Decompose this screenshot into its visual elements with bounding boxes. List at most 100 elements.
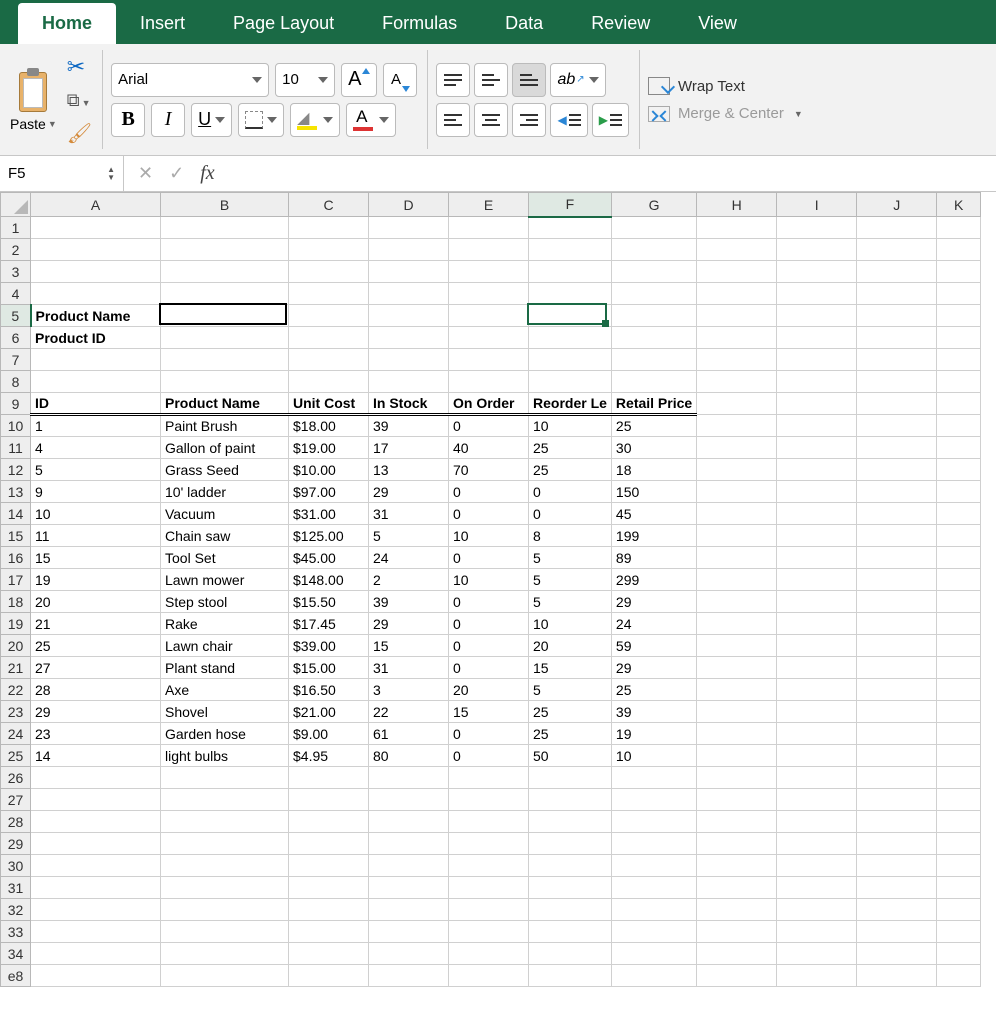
font-name-combo[interactable]: Arial xyxy=(111,63,269,97)
cell-B33[interactable] xyxy=(161,921,289,943)
cell-J29[interactable] xyxy=(857,833,937,855)
cell-E8[interactable] xyxy=(449,371,529,393)
cell-D20[interactable]: 15 xyxy=(369,635,449,657)
cell-E22[interactable]: 20 xyxy=(449,679,529,701)
cell-C11[interactable]: $19.00 xyxy=(289,437,369,459)
cell-G18[interactable]: 29 xyxy=(611,591,696,613)
cell-F22[interactable]: 5 xyxy=(529,679,612,701)
cell-D32[interactable] xyxy=(369,899,449,921)
row-header-25[interactable]: 25 xyxy=(1,745,31,767)
cell-E29[interactable] xyxy=(449,833,529,855)
row-header-2[interactable]: 2 xyxy=(1,239,31,261)
cell-G20[interactable]: 59 xyxy=(611,635,696,657)
cell-E15[interactable]: 10 xyxy=(449,525,529,547)
cell-F23[interactable]: 25 xyxy=(529,701,612,723)
cell-E11[interactable]: 40 xyxy=(449,437,529,459)
cell-B20[interactable]: Lawn chair xyxy=(161,635,289,657)
row-header-8[interactable]: 8 xyxy=(1,371,31,393)
cell-I17[interactable] xyxy=(777,569,857,591)
cell-G31[interactable] xyxy=(611,877,696,899)
cell-F20[interactable]: 20 xyxy=(529,635,612,657)
cell-K3[interactable] xyxy=(937,261,981,283)
cell-A6[interactable]: Product ID xyxy=(31,327,161,349)
row-header-22[interactable]: 22 xyxy=(1,679,31,701)
cell-I31[interactable] xyxy=(777,877,857,899)
cell-J3[interactable] xyxy=(857,261,937,283)
cell-F1[interactable] xyxy=(529,217,612,239)
cell-C28[interactable] xyxy=(289,811,369,833)
col-header-F[interactable]: F xyxy=(529,193,612,217)
cell-K8[interactable] xyxy=(937,371,981,393)
col-header-K[interactable]: K xyxy=(937,193,981,217)
cell-H32[interactable] xyxy=(697,899,777,921)
cell-F12[interactable]: 25 xyxy=(529,459,612,481)
cell-Ke8[interactable] xyxy=(937,965,981,987)
row-header-14[interactable]: 14 xyxy=(1,503,31,525)
underline-button[interactable]: U xyxy=(191,103,232,137)
cell-B25[interactable]: light bulbs xyxy=(161,745,289,767)
row-header-24[interactable]: 24 xyxy=(1,723,31,745)
cell-E2[interactable] xyxy=(449,239,529,261)
cell-C3[interactable] xyxy=(289,261,369,283)
row-header-29[interactable]: 29 xyxy=(1,833,31,855)
cell-G17[interactable]: 299 xyxy=(611,569,696,591)
cell-I19[interactable] xyxy=(777,613,857,635)
cell-C9[interactable]: Unit Cost xyxy=(289,393,369,415)
cell-B29[interactable] xyxy=(161,833,289,855)
cell-C5[interactable] xyxy=(289,305,369,327)
cell-A18[interactable]: 20 xyxy=(31,591,161,613)
cell-G19[interactable]: 24 xyxy=(611,613,696,635)
orientation-button[interactable]: ab↗ xyxy=(550,63,605,97)
cell-C14[interactable]: $31.00 xyxy=(289,503,369,525)
align-bottom-button[interactable] xyxy=(512,63,546,97)
cell-B26[interactable] xyxy=(161,767,289,789)
tab-view[interactable]: View xyxy=(674,3,761,44)
cell-J24[interactable] xyxy=(857,723,937,745)
cell-E32[interactable] xyxy=(449,899,529,921)
col-header-D[interactable]: D xyxy=(369,193,449,217)
cell-I25[interactable] xyxy=(777,745,857,767)
cell-I16[interactable] xyxy=(777,547,857,569)
cell-D30[interactable] xyxy=(369,855,449,877)
row-header-3[interactable]: 3 xyxy=(1,261,31,283)
cell-H7[interactable] xyxy=(697,349,777,371)
cell-A12[interactable]: 5 xyxy=(31,459,161,481)
row-header-21[interactable]: 21 xyxy=(1,657,31,679)
cell-I28[interactable] xyxy=(777,811,857,833)
cell-H11[interactable] xyxy=(697,437,777,459)
cell-Ge8[interactable] xyxy=(611,965,696,987)
cell-A14[interactable]: 10 xyxy=(31,503,161,525)
col-header-I[interactable]: I xyxy=(777,193,857,217)
cell-H14[interactable] xyxy=(697,503,777,525)
cell-D31[interactable] xyxy=(369,877,449,899)
cell-I4[interactable] xyxy=(777,283,857,305)
cell-F4[interactable] xyxy=(529,283,612,305)
cell-K12[interactable] xyxy=(937,459,981,481)
cell-B5[interactable] xyxy=(161,305,289,327)
cell-G23[interactable]: 39 xyxy=(611,701,696,723)
cell-J2[interactable] xyxy=(857,239,937,261)
cell-D14[interactable]: 31 xyxy=(369,503,449,525)
cell-C10[interactable]: $18.00 xyxy=(289,415,369,437)
cell-I12[interactable] xyxy=(777,459,857,481)
cell-E4[interactable] xyxy=(449,283,529,305)
cell-J9[interactable] xyxy=(857,393,937,415)
cell-K9[interactable] xyxy=(937,393,981,415)
cell-C1[interactable] xyxy=(289,217,369,239)
copy-button[interactable]: ⧉▼ xyxy=(67,90,92,111)
cell-F25[interactable]: 50 xyxy=(529,745,612,767)
cell-J33[interactable] xyxy=(857,921,937,943)
cell-E6[interactable] xyxy=(449,327,529,349)
cell-B17[interactable]: Lawn mower xyxy=(161,569,289,591)
cell-J20[interactable] xyxy=(857,635,937,657)
row-header-9[interactable]: 9 xyxy=(1,393,31,415)
cell-A5[interactable]: Product Name xyxy=(31,305,161,327)
cell-J18[interactable] xyxy=(857,591,937,613)
cell-B21[interactable]: Plant stand xyxy=(161,657,289,679)
cell-B18[interactable]: Step stool xyxy=(161,591,289,613)
cell-J28[interactable] xyxy=(857,811,937,833)
cell-H17[interactable] xyxy=(697,569,777,591)
cell-F29[interactable] xyxy=(529,833,612,855)
cell-F16[interactable]: 5 xyxy=(529,547,612,569)
tab-formulas[interactable]: Formulas xyxy=(358,3,481,44)
